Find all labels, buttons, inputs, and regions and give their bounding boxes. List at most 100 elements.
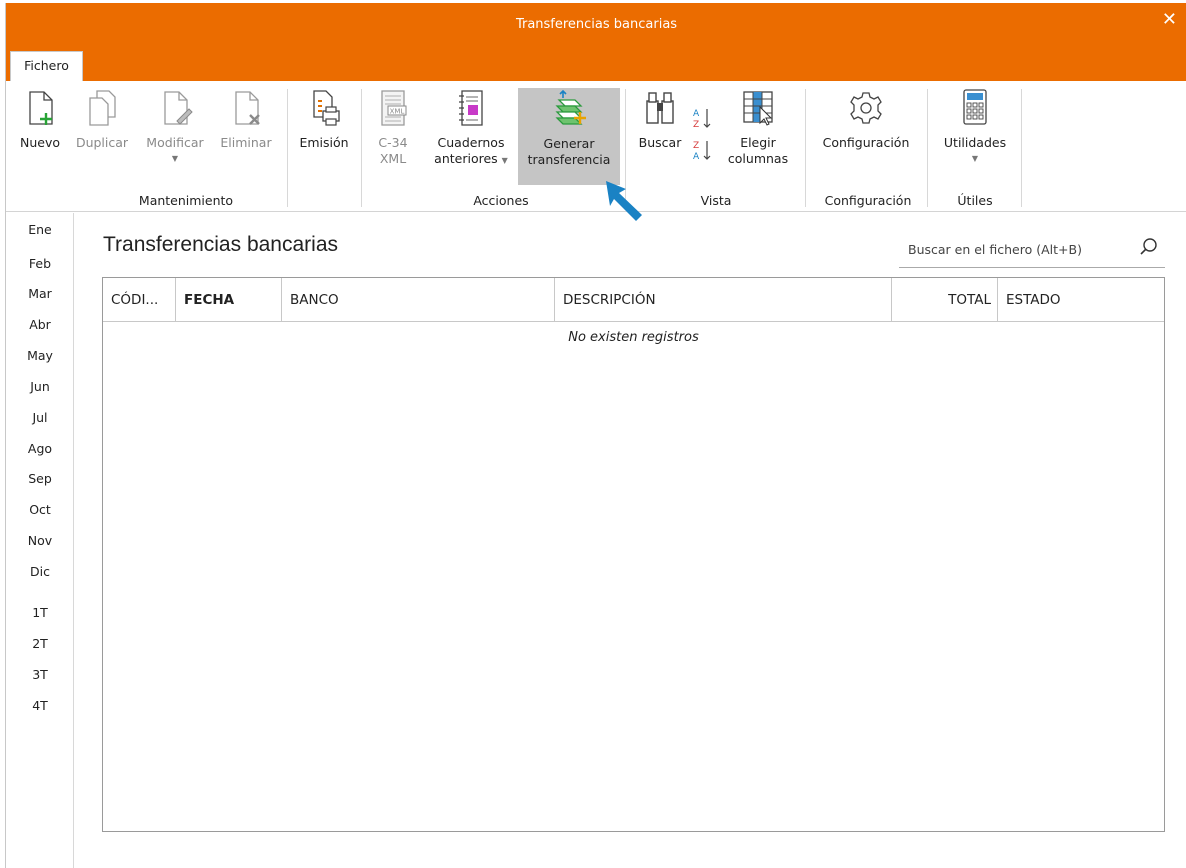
column-header-codigo[interactable]: CÓDI... xyxy=(103,278,176,322)
ribbon-separator xyxy=(1021,89,1022,207)
buscar-button[interactable]: Buscar xyxy=(632,87,688,151)
sort-descending-button[interactable]: Z A xyxy=(690,137,714,169)
table-header: CÓDI... FECHA BANCO DESCRIPCIÓN TOTAL ES… xyxy=(103,278,1164,322)
print-icon xyxy=(313,90,340,126)
calculator-icon xyxy=(963,89,987,125)
sidebar-item-mar[interactable]: Mar xyxy=(6,286,74,301)
sidebar-item-feb[interactable]: Feb xyxy=(6,256,74,271)
sort-descending-icon: Z A xyxy=(693,141,711,162)
column-header-banco[interactable]: BANCO xyxy=(282,278,555,322)
column-header-fecha[interactable]: FECHA xyxy=(176,278,282,322)
eliminar-label: Eliminar xyxy=(220,135,272,150)
svg-text:XML: XML xyxy=(390,108,405,116)
sidebar-item-jul[interactable]: Jul xyxy=(6,410,74,425)
app-window: Transferencias bancarias ✕ Fichero Nuevo… xyxy=(5,3,1186,868)
ribbon-separator xyxy=(287,89,288,207)
sidebar-item-jun[interactable]: Jun xyxy=(6,379,74,394)
duplicar-label: Duplicar xyxy=(75,135,129,150)
sidebar-item-oct[interactable]: Oct xyxy=(6,502,74,517)
close-icon[interactable]: ✕ xyxy=(1162,9,1177,30)
ribbon-separator xyxy=(805,89,806,207)
eliminar-button[interactable]: Eliminar xyxy=(214,87,278,151)
duplicar-button[interactable]: Duplicar xyxy=(70,87,134,151)
ribbon-tab-band: Fichero xyxy=(6,47,1186,81)
records-table: CÓDI... FECHA BANCO DESCRIPCIÓN TOTAL ES… xyxy=(102,277,1165,832)
money-transfer-icon xyxy=(555,89,586,125)
binoculars-icon xyxy=(646,92,674,124)
sort-ascending-icon: A Z xyxy=(693,109,711,130)
elegir-label-line2: columnas xyxy=(727,151,789,166)
modificar-dropdown-icon: ▼ xyxy=(171,154,179,163)
new-document-icon xyxy=(29,91,53,125)
sidebar-item-sep[interactable]: Sep xyxy=(6,471,74,486)
configuracion-label: Configuración xyxy=(822,135,910,150)
sidebar-item-dic[interactable]: Dic xyxy=(6,564,74,579)
title-bar: Transferencias bancarias ✕ xyxy=(6,3,1186,47)
delete-icon xyxy=(235,91,260,125)
modificar-label: Modificar xyxy=(146,135,204,150)
buscar-label: Buscar xyxy=(638,135,682,150)
period-sidebar: Ene Feb Mar Abr May Jun Jul Ago Sep Oct … xyxy=(6,213,74,868)
c34-label-line2: XML xyxy=(379,151,407,166)
ribbon-separator xyxy=(361,89,362,207)
columns-icon xyxy=(743,91,773,126)
utilidades-dropdown-icon: ▼ xyxy=(971,154,979,163)
svg-text:Z: Z xyxy=(693,141,699,151)
utilidades-label: Utilidades xyxy=(943,135,1007,150)
group-label-configuracion: Configuración xyxy=(824,193,912,208)
cuadernos-anteriores-button[interactable]: Cuadernos anteriores ▼ xyxy=(424,87,518,169)
xml-icon: XML xyxy=(381,90,407,126)
group-label-vista: Vista xyxy=(700,193,732,208)
column-header-total[interactable]: TOTAL xyxy=(892,278,998,322)
svg-text:Z: Z xyxy=(693,120,699,130)
cuadernos-dropdown-icon: ▼ xyxy=(501,156,508,165)
ribbon: Nuevo Duplicar Modificar ▼ Eliminar Emis… xyxy=(6,81,1186,212)
column-header-descripcion[interactable]: DESCRIPCIÓN xyxy=(555,278,892,322)
search-input[interactable] xyxy=(899,238,1129,260)
configuracion-button[interactable]: Configuración xyxy=(812,87,920,151)
nuevo-button[interactable]: Nuevo xyxy=(12,87,68,151)
group-label-utiles: Útiles xyxy=(957,193,993,208)
svg-text:A: A xyxy=(693,109,700,119)
duplicate-icon xyxy=(89,90,116,126)
sidebar-item-may[interactable]: May xyxy=(6,348,74,363)
nuevo-label: Nuevo xyxy=(19,135,60,150)
generar-label-line2: transferencia xyxy=(527,152,611,167)
elegir-label-line1: Elegir xyxy=(740,135,776,150)
group-label-acciones: Acciones xyxy=(473,193,529,208)
search-icon[interactable] xyxy=(1139,237,1159,257)
sidebar-item-4t[interactable]: 4T xyxy=(6,698,74,713)
empty-message: No existen registros xyxy=(568,330,699,345)
svg-text:A: A xyxy=(693,152,700,162)
sidebar-item-nov[interactable]: Nov xyxy=(6,533,74,548)
cuadernos-label-line2: anteriores xyxy=(434,151,498,166)
search-box xyxy=(899,232,1165,268)
utilidades-button[interactable]: Utilidades ▼ xyxy=(934,87,1016,167)
pointer-arrow-icon xyxy=(606,181,642,221)
emision-label: Emisión xyxy=(299,135,349,150)
group-label-mantenimiento: Mantenimiento xyxy=(138,193,234,208)
sidebar-item-2t[interactable]: 2T xyxy=(6,636,74,651)
sidebar-item-3t[interactable]: 3T xyxy=(6,667,74,682)
elegir-columnas-button[interactable]: Elegir columnas xyxy=(718,87,798,167)
c34-xml-button[interactable]: XML C-34 XML xyxy=(368,87,418,167)
c34-label-line1: C-34 xyxy=(378,135,408,150)
tab-fichero[interactable]: Fichero xyxy=(10,51,83,81)
page-title: Transferencias bancarias xyxy=(103,233,338,256)
sidebar-item-ene[interactable]: Ene xyxy=(6,222,74,237)
cuadernos-label-line1: Cuadernos xyxy=(437,135,505,150)
sidebar-item-ago[interactable]: Ago xyxy=(6,441,74,456)
sidebar-item-1t[interactable]: 1T xyxy=(6,605,74,620)
window-title: Transferencias bancarias xyxy=(515,17,678,32)
generar-label-line1: Generar xyxy=(543,136,595,151)
sort-ascending-button[interactable]: A Z xyxy=(690,105,714,137)
gear-icon xyxy=(850,92,882,124)
ribbon-separator xyxy=(927,89,928,207)
generar-transferencia-button[interactable]: Generar transferencia xyxy=(518,88,620,185)
modify-icon xyxy=(164,91,193,125)
notebook-icon xyxy=(459,90,483,126)
sidebar-item-abr[interactable]: Abr xyxy=(6,317,74,332)
column-header-estado[interactable]: ESTADO xyxy=(998,278,1164,322)
emision-button[interactable]: Emisión xyxy=(294,87,354,151)
modificar-button[interactable]: Modificar ▼ xyxy=(138,87,212,167)
